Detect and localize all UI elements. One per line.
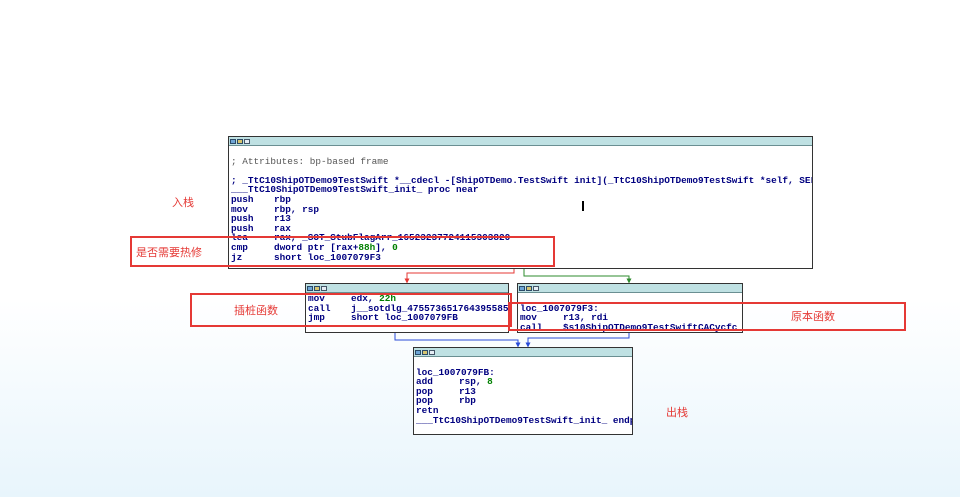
color-icon[interactable] xyxy=(314,285,320,291)
list-icon[interactable] xyxy=(533,285,539,291)
code-line: mov rbp, rsp xyxy=(231,204,810,215)
annotation-push-stack: 入栈 xyxy=(172,196,194,209)
graph-icon[interactable] xyxy=(230,138,236,144)
annotation-stub-function: 插桩函数 xyxy=(234,304,278,317)
node-titlebar[interactable] xyxy=(518,284,742,293)
code-line: pop r13 xyxy=(416,386,630,397)
code-line: pop rbp xyxy=(416,396,630,406)
code-line: ___TtC10ShipOTDemo9TestSwift_init_ endp xyxy=(416,414,633,426)
node-titlebar[interactable] xyxy=(229,137,812,146)
code-lines: loc_1007079FB: add rsp, 8 pop r13 pop rbp retn _… xyxy=(414,357,632,426)
graph-icon[interactable] xyxy=(415,349,421,355)
edge-true-branch xyxy=(523,268,632,284)
node-titlebar[interactable] xyxy=(414,348,632,357)
code-label: ___TtC10ShipOTDemo9TestSwift_init_ proc … xyxy=(231,184,479,196)
edge-false-branch xyxy=(404,268,515,284)
code-line: add rsp, 8 xyxy=(416,377,630,387)
color-icon[interactable] xyxy=(526,285,532,291)
edge-right-to-exit xyxy=(525,333,630,348)
color-icon[interactable] xyxy=(237,138,243,144)
edge-left-to-exit xyxy=(394,333,521,348)
node-titlebar[interactable] xyxy=(306,284,508,293)
highlight-original-call xyxy=(508,302,906,331)
code-comment: ; Attributes: bp-based frame xyxy=(231,155,389,167)
code-line: ; Attributes: bp-based frame xyxy=(231,155,810,167)
graph-icon[interactable] xyxy=(307,285,313,291)
code-number: 8 xyxy=(487,376,493,388)
annotation-needs-hotfix: 是否需要热修 xyxy=(136,246,202,259)
code-label: ___TtC10ShipOTDemo9TestSwift_init_ endp xyxy=(416,414,633,426)
color-icon[interactable] xyxy=(422,349,428,355)
list-icon[interactable] xyxy=(244,138,250,144)
annotation-original-function: 原本函数 xyxy=(791,310,835,323)
code-operand: rbp xyxy=(459,395,476,407)
text-cursor xyxy=(582,201,584,211)
annotation-pop-stack: 出栈 xyxy=(666,406,688,419)
list-icon[interactable] xyxy=(429,349,435,355)
code-line: loc_1007079FB: xyxy=(416,367,630,378)
list-icon[interactable] xyxy=(321,285,327,291)
graph-icon[interactable] xyxy=(519,285,525,291)
code-line: ___TtC10ShipOTDemo9TestSwift_init_ proc … xyxy=(231,185,810,195)
code-line: push r13 xyxy=(231,214,810,224)
code-block-exit[interactable]: loc_1007079FB: add rsp, 8 pop r13 pop rbp retn _… xyxy=(413,347,633,435)
